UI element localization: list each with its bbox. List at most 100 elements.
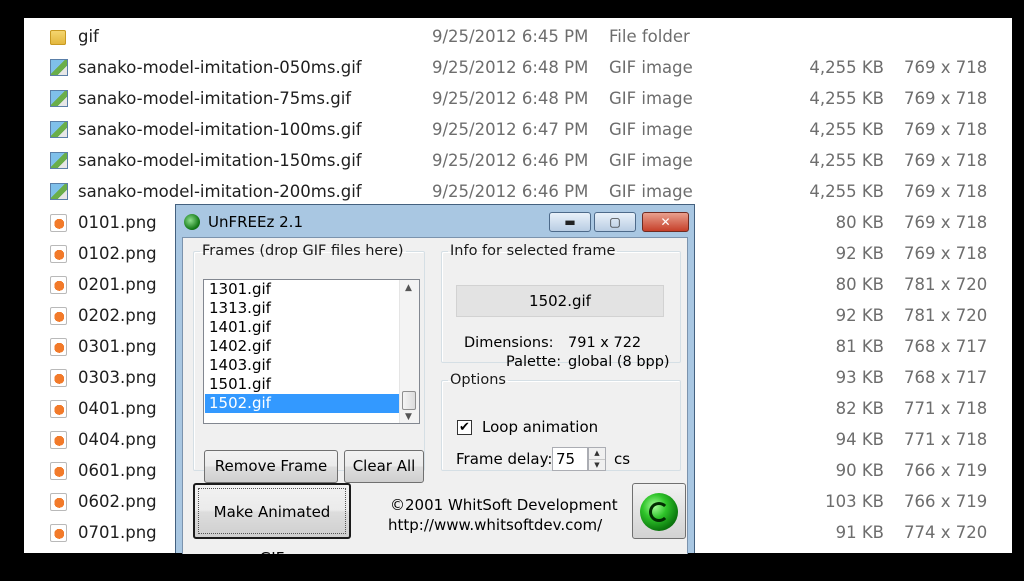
frame-delay-label: Frame delay: (456, 450, 553, 468)
file-size: 4,255 KB (809, 151, 884, 170)
file-row[interactable]: sanako-model-imitation-150ms.gif 9/25/201… (24, 146, 1012, 177)
file-size: 4,255 KB (809, 58, 884, 77)
frame-list-item[interactable]: 1401.gif (208, 318, 404, 337)
file-type: GIF image (609, 89, 693, 108)
scroll-up-icon[interactable]: ▲ (405, 283, 412, 293)
frames-scrollbar[interactable]: ▲ ▼ (399, 280, 419, 423)
file-row[interactable]: sanako-model-imitation-050ms.gif 9/25/201… (24, 53, 1012, 84)
file-dimensions: 769 x 718 (904, 151, 988, 170)
palette-label: Palette: (506, 354, 562, 370)
png-file-icon (50, 524, 67, 542)
png-file-icon (50, 338, 67, 356)
loop-animation-checkbox[interactable]: ✔ (457, 420, 472, 435)
file-size: 93 KB (835, 368, 884, 387)
png-file-icon (50, 400, 67, 418)
gif-file-icon (50, 152, 68, 169)
green-ball-icon (184, 214, 200, 230)
window-client-area: Frames (drop GIF files here) 1301.gif 131… (182, 237, 688, 567)
file-size: 90 KB (835, 461, 884, 480)
file-size: 91 KB (835, 523, 884, 542)
file-size: 80 KB (835, 213, 884, 232)
close-button[interactable]: ✕ (642, 212, 689, 232)
file-size: 82 KB (835, 399, 884, 418)
make-animated-gif-label: Make Animated GIF (198, 488, 346, 567)
copyright-text: ©2001 WhitSoft Development (390, 496, 618, 514)
file-dimensions: 771 x 718 (904, 430, 988, 449)
file-date: 9/25/2012 6:45 PM (432, 27, 589, 46)
spin-up-icon[interactable]: ▲ (589, 448, 605, 460)
file-name: 0602.png (78, 492, 157, 511)
folder-icon (50, 30, 66, 45)
dimensions-label: Dimensions: (464, 335, 554, 351)
file-row[interactable]: sanako-model-imitation-75ms.gif 9/25/2012… (24, 84, 1012, 115)
png-file-icon (50, 431, 67, 449)
make-animated-gif-button[interactable]: Make Animated GIF (193, 483, 351, 567)
file-size: 80 KB (835, 275, 884, 294)
file-size: 4,255 KB (809, 120, 884, 139)
file-dimensions: 769 x 718 (904, 182, 988, 201)
file-dimensions: 769 x 718 (904, 244, 988, 263)
file-name: sanako-model-imitation-050ms.gif (78, 58, 362, 77)
options-group: Options ✔ Loop animation Frame delay: 75… (441, 372, 681, 471)
logo-button[interactable] (632, 483, 686, 539)
frame-list-item[interactable]: 1502.gif (205, 394, 406, 413)
gif-file-icon (50, 59, 68, 76)
file-row[interactable]: gif 9/25/2012 6:45 PM File folder (24, 22, 1012, 53)
png-file-icon (50, 462, 67, 480)
loop-animation-label[interactable]: Loop animation (482, 418, 598, 436)
file-name: 0101.png (78, 213, 157, 232)
scroll-thumb[interactable] (402, 391, 416, 410)
file-size: 92 KB (835, 244, 884, 263)
file-size: 92 KB (835, 306, 884, 325)
frames-legend: Frames (drop GIF files here) (202, 243, 404, 259)
file-date: 9/25/2012 6:48 PM (432, 89, 589, 108)
frame-list-item[interactable]: 1402.gif (208, 337, 404, 356)
file-name: sanako-model-imitation-200ms.gif (78, 182, 362, 201)
frame-delay-input[interactable]: 75 (552, 447, 588, 471)
info-legend: Info for selected frame (450, 243, 616, 259)
frames-listbox[interactable]: 1301.gif 1313.gif 1401.gif 1402.gif 1403.gif… (203, 279, 420, 424)
file-name: gif (78, 27, 99, 46)
website-url: http://www.whitsoftdev.com/ (388, 516, 603, 534)
frame-delay-spinner[interactable]: ▲ ▼ (588, 447, 606, 471)
scroll-down-icon[interactable]: ▼ (405, 412, 412, 422)
file-size: 4,255 KB (809, 182, 884, 201)
file-row[interactable]: sanako-model-imitation-100ms.gif 9/25/201… (24, 115, 1012, 146)
file-dimensions: 781 x 720 (904, 275, 988, 294)
title-bar[interactable]: UnFREEz 2.1 ▬ ▢ ✕ (176, 205, 694, 237)
frame-list-item[interactable]: 1313.gif (208, 299, 404, 318)
remove-frame-button[interactable]: Remove Frame (204, 450, 338, 483)
file-date: 9/25/2012 6:48 PM (432, 58, 589, 77)
window-title: UnFREEz 2.1 (208, 213, 303, 231)
gif-file-icon (50, 90, 68, 107)
png-file-icon (50, 214, 67, 232)
frame-list-item[interactable]: 1403.gif (208, 356, 404, 375)
file-name: 0102.png (78, 244, 157, 263)
file-dimensions: 769 x 718 (904, 58, 988, 77)
file-dimensions: 768 x 717 (904, 368, 988, 387)
gif-file-icon (50, 183, 68, 200)
png-file-icon (50, 276, 67, 294)
file-name: 0303.png (78, 368, 157, 387)
file-size: 94 KB (835, 430, 884, 449)
file-type: GIF image (609, 120, 693, 139)
file-name: sanako-model-imitation-75ms.gif (78, 89, 352, 108)
file-type: GIF image (609, 58, 693, 77)
file-name: 0202.png (78, 306, 157, 325)
frame-list-item[interactable]: 1501.gif (208, 375, 404, 394)
spin-down-icon[interactable]: ▼ (589, 460, 605, 471)
file-name: sanako-model-imitation-150ms.gif (78, 151, 362, 170)
minimize-button[interactable]: ▬ (549, 212, 591, 232)
frame-list-item[interactable]: 1301.gif (208, 280, 404, 299)
png-file-icon (50, 307, 67, 325)
clear-all-button[interactable]: Clear All (344, 450, 424, 483)
file-name: 0601.png (78, 461, 157, 480)
file-date: 9/25/2012 6:46 PM (432, 182, 589, 201)
file-name: 0301.png (78, 337, 157, 356)
options-legend: Options (450, 372, 506, 388)
file-size: 4,255 KB (809, 89, 884, 108)
unfreez-window: UnFREEz 2.1 ▬ ▢ ✕ Frames (drop GIF files… (175, 204, 695, 567)
maximize-button[interactable]: ▢ (594, 212, 636, 232)
file-type: GIF image (609, 151, 693, 170)
frames-group: Frames (drop GIF files here) 1301.gif 131… (193, 243, 425, 483)
